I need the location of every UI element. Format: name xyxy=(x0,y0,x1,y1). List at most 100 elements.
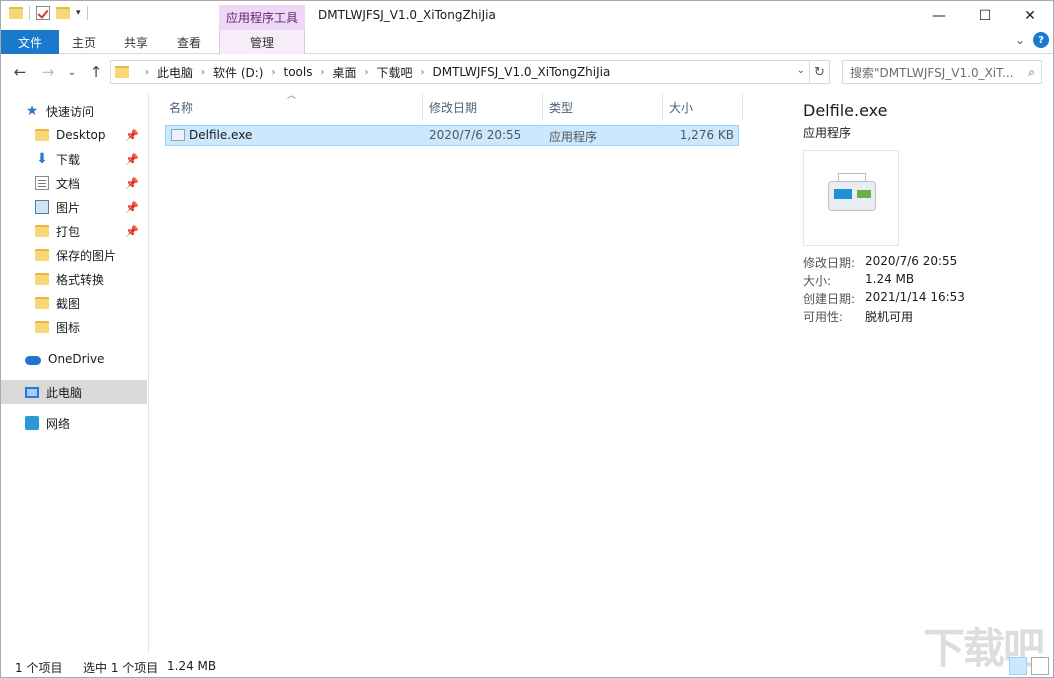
nav-label: 下载 xyxy=(56,152,81,167)
nav-label: Desktop xyxy=(56,128,106,142)
file-name: Delfile.exe xyxy=(189,128,253,142)
nav-item-desktop[interactable]: Desktop 📌 xyxy=(1,123,147,147)
refresh-button[interactable]: ↻ xyxy=(810,60,830,84)
chevron-right-icon[interactable]: › xyxy=(364,67,368,78)
application-icon xyxy=(171,129,185,141)
nav-quick-access[interactable]: ★ 快速访问 xyxy=(1,99,147,123)
address-bar[interactable]: › 此电脑 › 软件 (D:) › tools › 桌面 › 下载吧 › DMT… xyxy=(110,60,810,84)
customize-toolbar-icon[interactable]: ▾ xyxy=(76,8,81,18)
indicator-icon xyxy=(857,190,871,198)
column-header-modified[interactable]: 修改日期 xyxy=(423,93,543,121)
nav-item-documents[interactable]: 文档 📌 xyxy=(1,171,147,195)
pin-icon[interactable]: 📌 xyxy=(125,201,139,214)
close-button[interactable]: ✕ xyxy=(1007,1,1053,30)
chevron-right-icon[interactable]: › xyxy=(271,67,275,78)
nav-item-pictures[interactable]: 图片 📌 xyxy=(1,195,147,219)
prop-label: 创建日期: xyxy=(803,292,856,306)
nav-label: 截图 xyxy=(56,296,81,311)
details-pane: Delfile.exe 应用程序 修改日期: 2020/7/6 20:55 大小… xyxy=(779,93,1053,653)
tab-share[interactable]: 共享 xyxy=(115,30,157,54)
file-row[interactable]: Delfile.exe 2020/7/6 20:55 应用程序 1,276 KB xyxy=(165,125,739,146)
folder-icon xyxy=(35,273,49,285)
breadcrumb-tools[interactable]: tools xyxy=(283,65,312,79)
recent-locations-button[interactable]: ⌄ xyxy=(61,61,83,83)
breadcrumb-this-pc[interactable]: 此电脑 xyxy=(157,64,193,81)
nav-label: 图片 xyxy=(56,200,81,215)
folder-icon xyxy=(35,321,49,333)
breadcrumb-desktop[interactable]: 桌面 xyxy=(332,64,356,81)
tab-home[interactable]: 主页 xyxy=(63,30,105,54)
pictures-icon xyxy=(35,200,49,214)
folder-icon xyxy=(9,7,23,19)
prop-label: 大小: xyxy=(803,274,832,288)
address-dropdown-icon[interactable]: ⌄ xyxy=(797,65,805,76)
chevron-right-icon[interactable]: › xyxy=(320,67,324,78)
nav-item-icons[interactable]: 图标 xyxy=(1,315,147,339)
cloud-icon xyxy=(25,355,41,365)
folder-icon xyxy=(35,249,49,261)
prop-label: 修改日期: xyxy=(803,256,856,270)
expand-ribbon-icon[interactable]: ⌄ xyxy=(1015,33,1025,47)
column-header-name[interactable]: 名称 xyxy=(163,93,423,121)
status-bar: 1 个项目 选中 1 个项目 1.24 MB xyxy=(1,655,1053,677)
breadcrumb-xiazaiba[interactable]: 下载吧 xyxy=(376,64,412,81)
pin-icon[interactable]: 📌 xyxy=(125,177,139,190)
breadcrumb-current-folder[interactable]: DMTLWJFSJ_V1.0_XiTongZhiJia xyxy=(433,65,611,79)
status-selected-size: 1.24 MB xyxy=(167,659,217,673)
nav-onedrive[interactable]: OneDrive xyxy=(1,347,147,371)
tab-file[interactable]: 文件 xyxy=(1,30,59,54)
prop-value-created: 2021/1/14 16:53 xyxy=(865,290,965,304)
folder-icon xyxy=(115,66,129,78)
pin-icon[interactable]: 📌 xyxy=(125,225,139,238)
nav-network[interactable]: 网络 xyxy=(1,411,147,435)
column-header-size[interactable]: 大小 xyxy=(663,93,743,121)
nav-label: 网络 xyxy=(46,416,71,431)
file-modified: 2020/7/6 20:55 xyxy=(429,128,522,142)
ribbon-tabs: 文件 主页 共享 查看 管理 ⌄ ? xyxy=(1,30,1053,54)
column-header-type[interactable]: 类型 xyxy=(543,93,663,121)
nav-item-saved-pictures[interactable]: 保存的图片 xyxy=(1,243,147,267)
nav-item-downloads[interactable]: ⬇ 下载 📌 xyxy=(1,147,147,171)
context-tab-group-label: 应用程序工具 xyxy=(219,5,305,30)
details-view-button[interactable] xyxy=(1009,657,1027,675)
nav-label: 打包 xyxy=(56,224,81,239)
nav-item-format-convert[interactable]: 格式转换 xyxy=(1,267,147,291)
search-input[interactable]: 搜索"DMTLWJFSJ_V1.0_XiT... ⌕ xyxy=(842,60,1042,84)
prop-label: 可用性: xyxy=(803,310,844,324)
pin-icon[interactable]: 📌 xyxy=(125,129,139,142)
nav-label: OneDrive xyxy=(48,352,105,366)
chevron-right-icon[interactable]: › xyxy=(201,67,205,78)
explorer-window: ▾ 应用程序工具 DMTLWJFSJ_V1.0_XiTongZhiJia — ☐… xyxy=(0,0,1054,678)
file-thumbnail xyxy=(803,150,899,246)
help-icon[interactable]: ? xyxy=(1033,32,1049,48)
nav-label: 快速访问 xyxy=(46,104,95,119)
search-placeholder: 搜索"DMTLWJFSJ_V1.0_XiT... xyxy=(850,65,1014,80)
tab-manage[interactable]: 管理 xyxy=(219,30,305,54)
divider xyxy=(29,6,30,20)
large-icons-view-button[interactable] xyxy=(1031,657,1049,675)
forward-button[interactable]: → xyxy=(37,61,59,83)
prop-value-availability: 脱机可用 xyxy=(865,310,914,324)
pin-icon[interactable]: 📌 xyxy=(125,153,139,166)
breadcrumb-drive-d[interactable]: 软件 (D:) xyxy=(213,64,263,81)
nav-label: 保存的图片 xyxy=(56,248,117,263)
back-button[interactable]: ← xyxy=(9,61,31,83)
tab-view[interactable]: 查看 xyxy=(167,30,211,54)
chevron-right-icon[interactable]: › xyxy=(421,67,425,78)
search-icon[interactable]: ⌕ xyxy=(1028,65,1035,80)
chevron-right-icon[interactable]: › xyxy=(145,67,149,78)
maximize-button[interactable]: ☐ xyxy=(962,1,1008,30)
preview-file-name: Delfile.exe xyxy=(803,101,888,120)
screen-icon xyxy=(834,189,852,199)
new-folder-icon[interactable] xyxy=(56,7,70,19)
address-row: ← → ⌄ ↑ › 此电脑 › 软件 (D:) › tools › 桌面 › 下… xyxy=(1,59,1053,87)
nav-label: 图标 xyxy=(56,320,81,335)
prop-value-modified: 2020/7/6 20:55 xyxy=(865,254,958,268)
nav-this-pc[interactable]: 此电脑 xyxy=(1,380,147,404)
minimize-button[interactable]: — xyxy=(916,1,962,30)
properties-icon[interactable] xyxy=(36,6,50,20)
up-button[interactable]: ↑ xyxy=(85,61,107,83)
nav-item-screenshots[interactable]: 截图 xyxy=(1,291,147,315)
nav-item-dabao[interactable]: 打包 📌 xyxy=(1,219,147,243)
status-selected-count: 选中 1 个项目 xyxy=(83,661,159,675)
